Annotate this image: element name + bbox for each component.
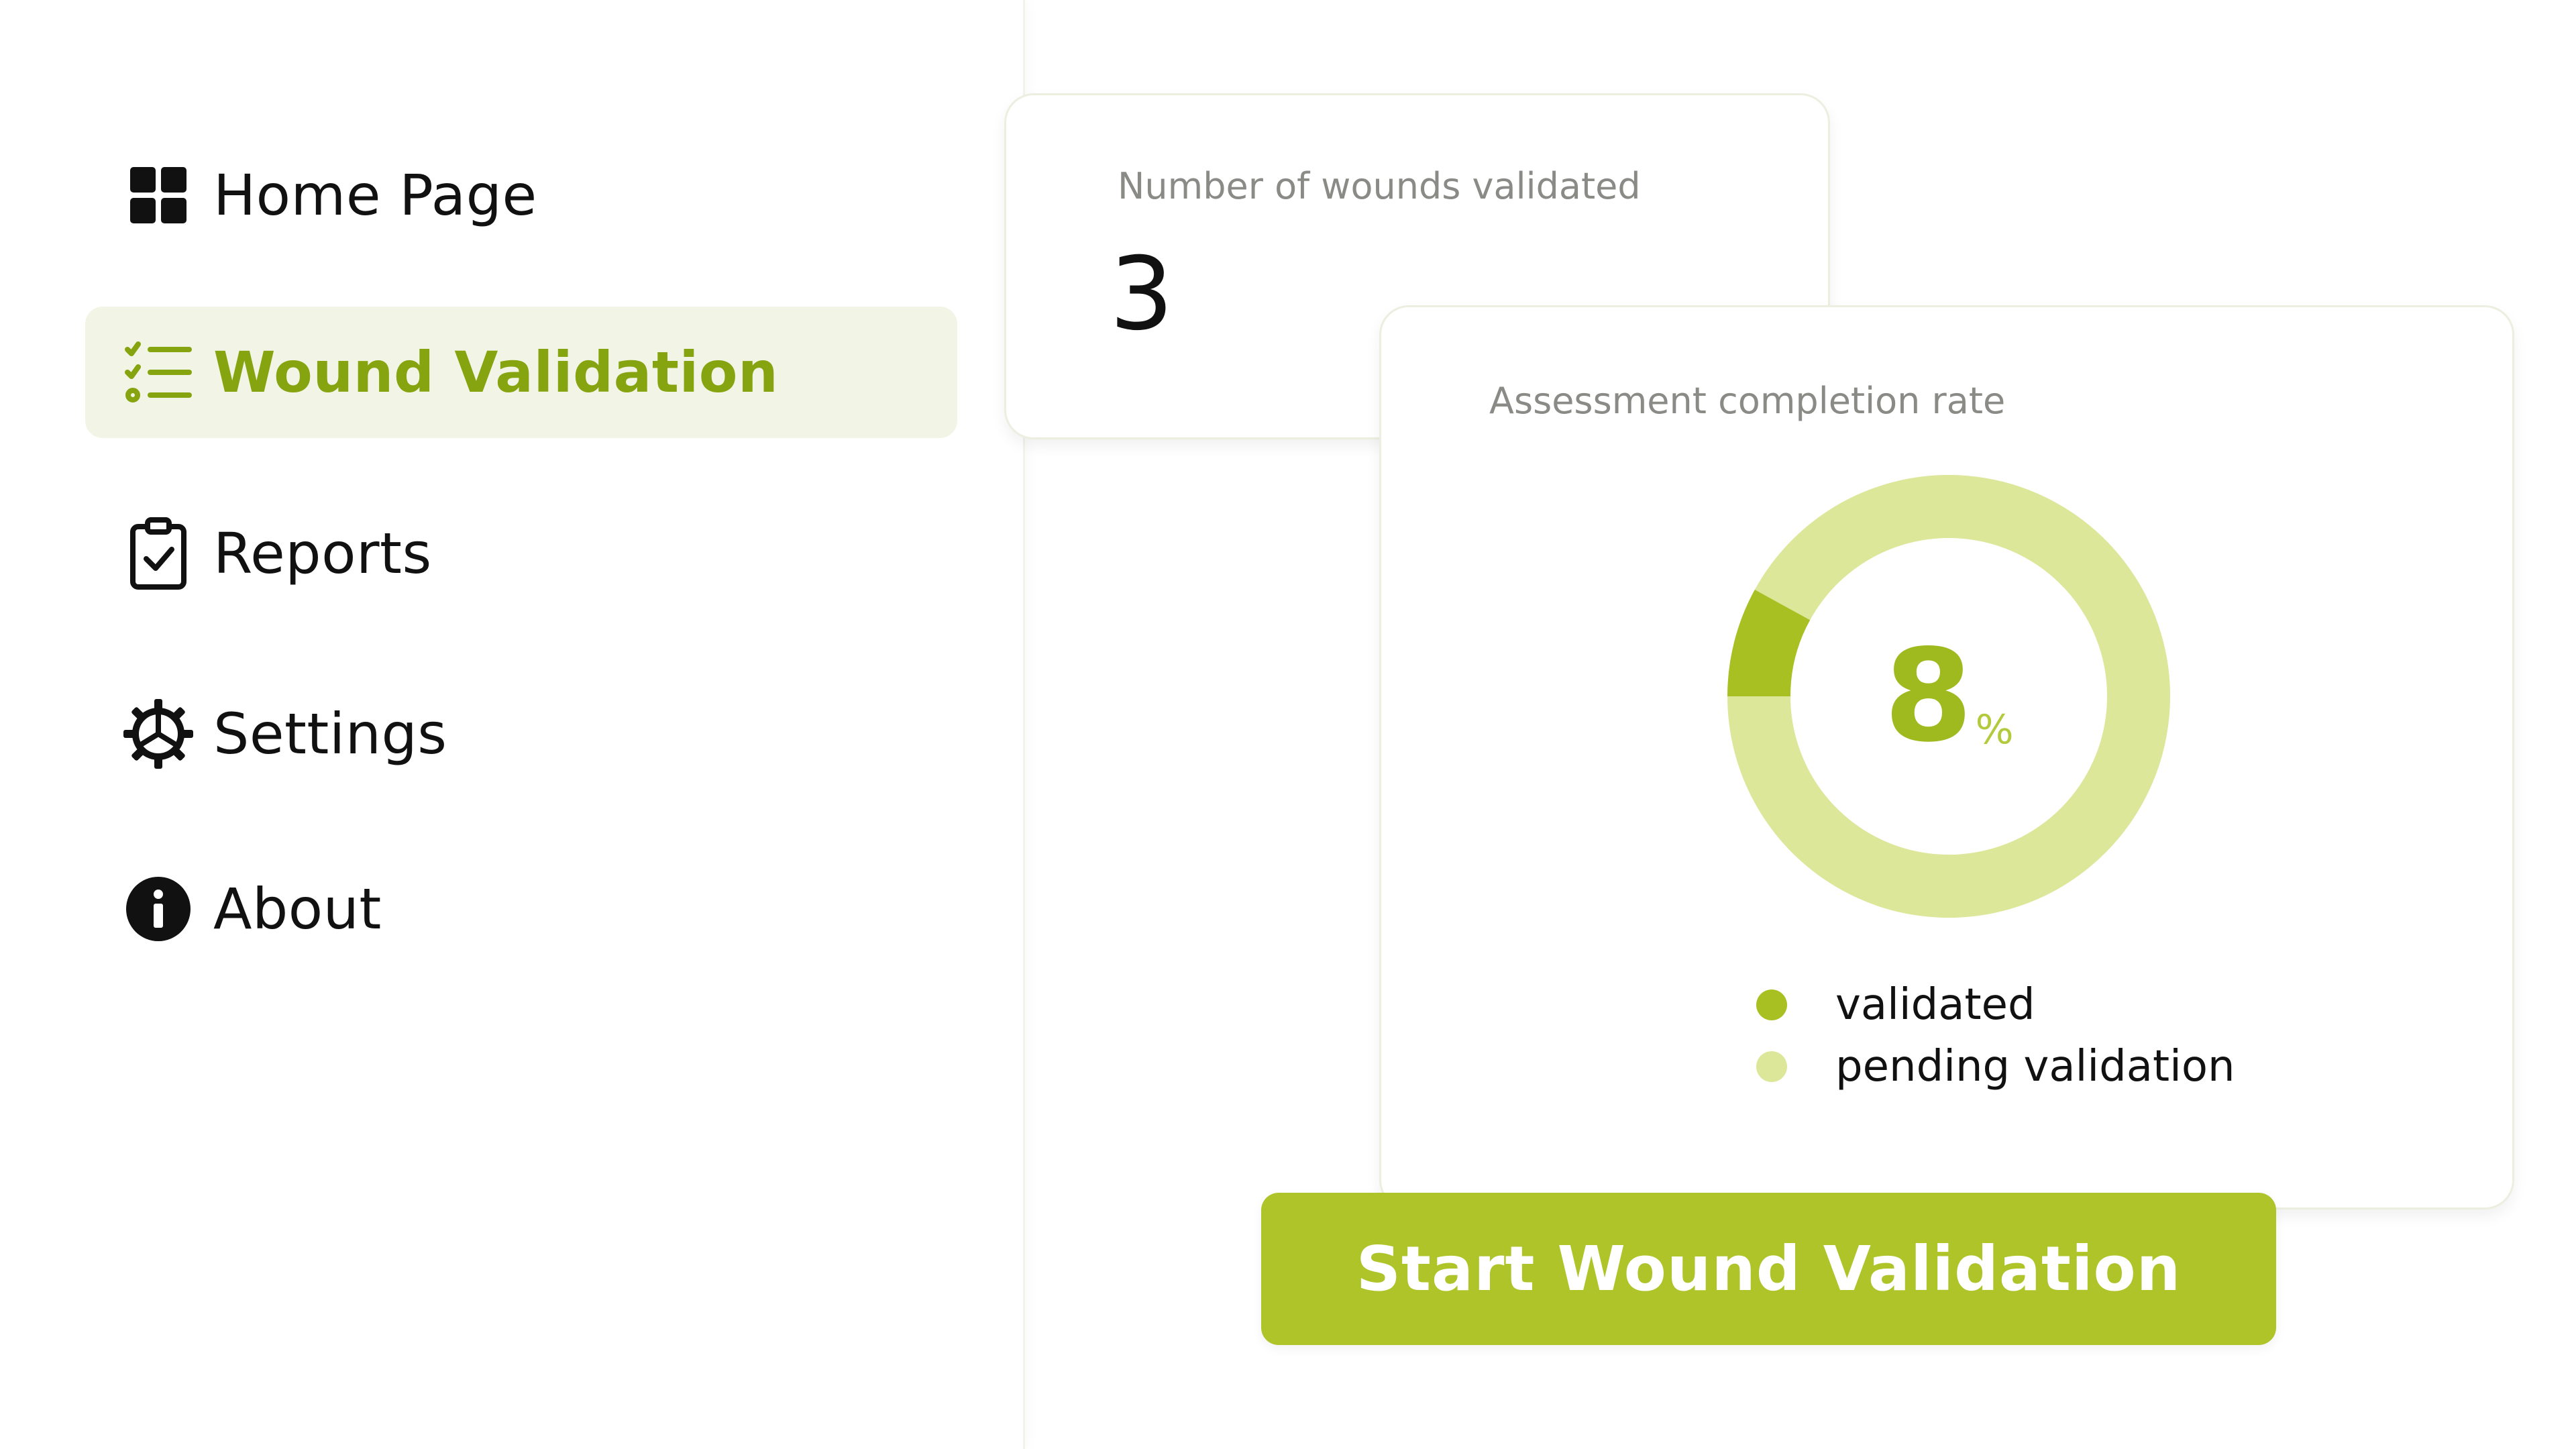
completion-percent-value: 8 (1884, 622, 1973, 770)
checklist-icon (122, 336, 195, 409)
gear-icon (122, 698, 195, 770)
completion-percent-sign: % (1975, 706, 2014, 753)
sidebar-item-label: Home Page (213, 162, 537, 228)
legend-item-validated: validated (1756, 978, 2035, 1032)
legend-label-validated: validated (1835, 980, 2035, 1030)
sidebar-item-label: About (213, 876, 382, 942)
wounds-validated-value: 3 (1110, 236, 1174, 353)
app-root: Home Page Wound Validation Reports Setti… (0, 0, 2576, 1449)
legend-item-pending-validation: pending validation (1756, 1040, 2235, 1093)
sidebar-item-settings[interactable]: Settings (85, 668, 957, 800)
sidebar-item-reports[interactable]: Reports (85, 488, 957, 619)
sidebar-item-label: Reports (213, 521, 432, 586)
sidebar-item-about[interactable]: About (85, 843, 957, 975)
legend-dot-pending (1756, 1051, 1787, 1082)
clipboard-check-icon (122, 517, 195, 590)
wounds-validated-label: Number of wounds validated (1118, 165, 1641, 207)
donut-center: 8 % (1727, 475, 2170, 918)
start-wound-validation-label: Start Wound Validation (1356, 1233, 2182, 1305)
sidebar-item-label: Settings (213, 701, 447, 767)
legend-label-pending: pending validation (1835, 1042, 2235, 1091)
info-icon (122, 873, 195, 945)
sidebar: Home Page Wound Validation Reports Setti… (0, 0, 1025, 1449)
start-wound-validation-button[interactable]: Start Wound Validation (1261, 1193, 2276, 1345)
completion-rate-card: Assessment completion rate 8 % validated… (1379, 305, 2514, 1210)
sidebar-item-home-page[interactable]: Home Page (85, 129, 957, 261)
sidebar-item-wound-validation[interactable]: Wound Validation (85, 307, 957, 438)
completion-rate-label: Assessment completion rate (1489, 380, 2006, 422)
grid-icon (122, 159, 195, 231)
legend-dot-validated (1756, 989, 1787, 1020)
sidebar-item-label: Wound Validation (213, 339, 779, 405)
